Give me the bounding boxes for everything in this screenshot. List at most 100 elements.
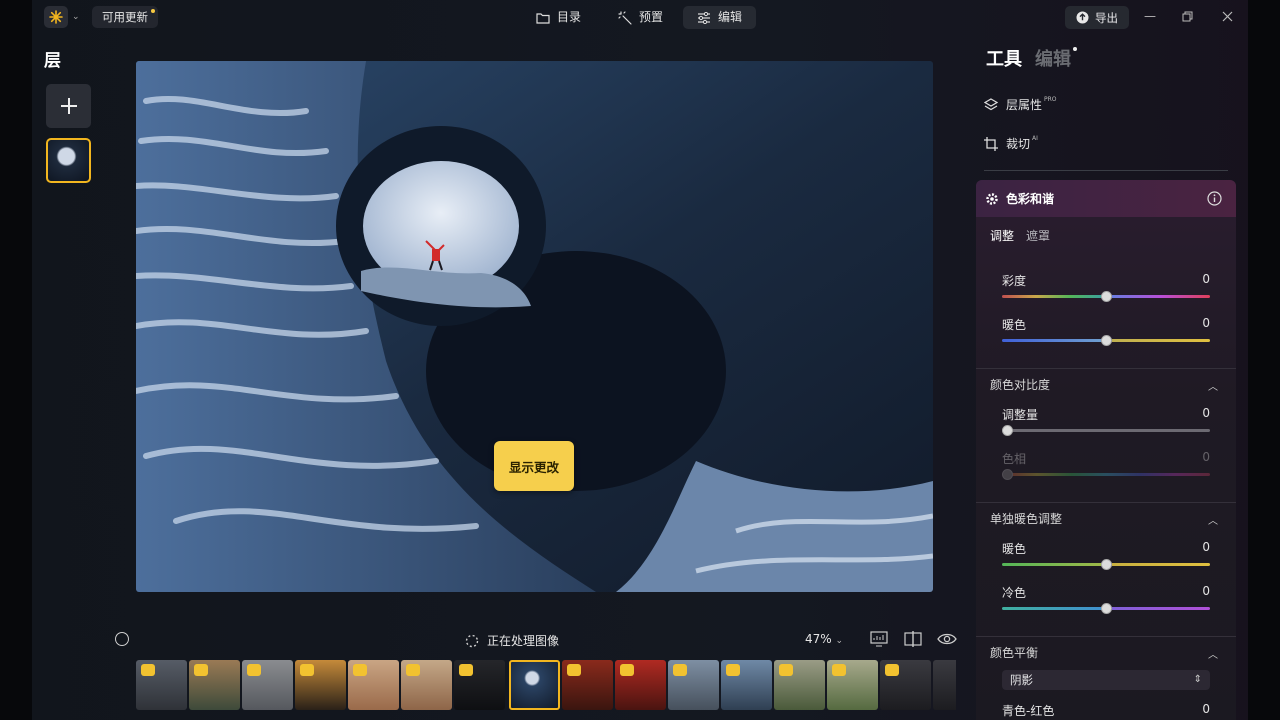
divider bbox=[976, 502, 1236, 503]
filmstrip-thumb[interactable] bbox=[668, 660, 719, 710]
filmstrip-thumb[interactable] bbox=[295, 660, 346, 710]
eye-icon[interactable] bbox=[937, 631, 957, 647]
close-icon[interactable] bbox=[1222, 11, 1233, 22]
app-window: ⌄ 可用更新 目录 预置 编辑 导出 — 层 显示更改 正在处理图像 47% ⌄… bbox=[0, 0, 1280, 720]
warm-knob[interactable] bbox=[1101, 559, 1112, 570]
update-available-button[interactable]: 可用更新 bbox=[92, 6, 158, 28]
filmstrip-thumb[interactable] bbox=[721, 660, 772, 710]
chevron-down-icon[interactable]: ⌄ bbox=[72, 12, 80, 22]
ai-badge: AI bbox=[1032, 135, 1038, 142]
chevron-up-icon[interactable]: ︿ bbox=[1208, 646, 1218, 661]
color-balance-title[interactable]: 颜色平衡 bbox=[990, 644, 1038, 661]
filmstrip bbox=[136, 659, 956, 711]
filmstrip-thumb[interactable] bbox=[774, 660, 825, 710]
tools-tab[interactable]: 工具 bbox=[986, 45, 1022, 71]
zoom-value: 47% bbox=[805, 632, 832, 646]
tab-library[interactable]: 目录 bbox=[522, 6, 595, 29]
layer-thumbnail[interactable] bbox=[46, 138, 91, 183]
saturation-value: 0 bbox=[1202, 272, 1210, 286]
filmstrip-thumb[interactable] bbox=[933, 660, 956, 710]
cool-knob[interactable] bbox=[1101, 603, 1112, 614]
histogram-icon[interactable] bbox=[870, 631, 888, 647]
tab-mask[interactable]: 遮罩 bbox=[1026, 227, 1050, 244]
color-harmony-panel: 色彩和谐 调整 遮罩 彩度 0 暖色 0 颜色对比度 ︿ 调整量 0 色相 0 … bbox=[976, 180, 1236, 720]
filmstrip-thumb[interactable] bbox=[189, 660, 240, 710]
hue-value: 0 bbox=[1202, 450, 1210, 464]
chevron-up-icon[interactable]: ︿ bbox=[1208, 378, 1218, 393]
filmstrip-thumb-selected[interactable] bbox=[509, 660, 560, 710]
warm-label: 暖色 bbox=[1002, 542, 1027, 556]
warmth-knob[interactable] bbox=[1101, 335, 1112, 346]
warmth-section-title[interactable]: 单独暖色调整 bbox=[990, 510, 1062, 527]
panel-title: 色彩和谐 bbox=[1006, 192, 1055, 206]
filmstrip-thumb[interactable] bbox=[880, 660, 931, 710]
notification-dot bbox=[151, 9, 155, 13]
add-layer-button[interactable] bbox=[46, 84, 91, 128]
more-options-icon[interactable] bbox=[115, 632, 129, 646]
export-button[interactable]: 导出 bbox=[1065, 6, 1129, 29]
amount-slider[interactable] bbox=[1002, 429, 1210, 432]
cap-badge-icon bbox=[832, 664, 846, 676]
processing-status: 正在处理图像 bbox=[465, 632, 559, 649]
filmstrip-thumb[interactable] bbox=[136, 660, 187, 710]
filmstrip-thumb[interactable] bbox=[562, 660, 613, 710]
edits-dot bbox=[1073, 47, 1077, 51]
cap-badge-icon bbox=[353, 664, 367, 676]
panel-header[interactable]: 色彩和谐 bbox=[976, 180, 1236, 217]
cap-badge-icon bbox=[194, 664, 208, 676]
layer-properties-item[interactable]: 层属性 PRO bbox=[984, 96, 1057, 113]
folder-icon bbox=[536, 12, 550, 24]
magic-wand-icon bbox=[618, 10, 632, 25]
tab-adjust[interactable]: 调整 bbox=[990, 227, 1014, 244]
zoom-dropdown[interactable]: 47% ⌄ bbox=[805, 632, 843, 646]
hue-knob[interactable] bbox=[1002, 469, 1013, 480]
cap-badge-icon bbox=[141, 664, 155, 676]
warmth-label: 暖色 bbox=[1002, 318, 1027, 332]
chevron-up-icon[interactable]: ︿ bbox=[1208, 512, 1218, 527]
compare-icon[interactable] bbox=[904, 631, 922, 647]
warmth-value: 0 bbox=[1202, 316, 1210, 330]
upload-icon bbox=[1076, 11, 1089, 24]
saturation-knob[interactable] bbox=[1101, 291, 1112, 302]
hue-slider[interactable] bbox=[1002, 473, 1210, 476]
filmstrip-thumb[interactable] bbox=[401, 660, 452, 710]
cool-label: 冷色 bbox=[1002, 586, 1027, 600]
filmstrip-thumb[interactable] bbox=[242, 660, 293, 710]
sun-logo-icon bbox=[49, 10, 63, 24]
cap-badge-icon bbox=[726, 664, 740, 676]
chevron-down-icon: ⌄ bbox=[835, 636, 844, 646]
color-contrast-title[interactable]: 颜色对比度 bbox=[990, 376, 1050, 393]
filmstrip-thumb[interactable] bbox=[615, 660, 666, 710]
cap-badge-icon bbox=[673, 664, 687, 676]
photo-canvas[interactable]: 显示更改 bbox=[136, 61, 933, 592]
filmstrip-thumb[interactable] bbox=[827, 660, 878, 710]
tab-edit[interactable]: 编辑 bbox=[683, 6, 757, 29]
crop-label: 裁切 bbox=[1006, 137, 1031, 151]
tone-select-value: 阴影 bbox=[1010, 673, 1033, 687]
minimize-icon[interactable]: — bbox=[1144, 9, 1156, 23]
cap-badge-icon bbox=[567, 664, 581, 676]
tone-select[interactable]: 阴影 ⇕ bbox=[1002, 670, 1210, 690]
export-label: 导出 bbox=[1095, 10, 1118, 25]
right-backdrop bbox=[1248, 0, 1280, 720]
cap-badge-icon bbox=[459, 664, 473, 676]
edits-tab[interactable]: 编辑 bbox=[1035, 45, 1071, 71]
filmstrip-thumb[interactable] bbox=[454, 660, 505, 710]
filmstrip-thumb[interactable] bbox=[348, 660, 399, 710]
amount-knob[interactable] bbox=[1002, 425, 1013, 436]
amount-value: 0 bbox=[1202, 406, 1210, 420]
cap-badge-icon bbox=[247, 664, 261, 676]
app-logo-button[interactable] bbox=[44, 6, 68, 28]
top-bar: ⌄ 可用更新 目录 预置 编辑 导出 — bbox=[32, 0, 1248, 34]
cap-badge-icon bbox=[300, 664, 314, 676]
show-changes-button[interactable]: 显示更改 bbox=[494, 441, 574, 491]
spinner-icon bbox=[465, 634, 479, 647]
cap-badge-icon bbox=[406, 664, 420, 676]
restore-icon[interactable] bbox=[1182, 11, 1193, 22]
tab-edit-label: 编辑 bbox=[718, 10, 743, 24]
crop-item[interactable]: 裁切 AI bbox=[984, 135, 1038, 152]
warm-value: 0 bbox=[1202, 540, 1210, 554]
saturation-label: 彩度 bbox=[1002, 274, 1027, 288]
info-icon[interactable] bbox=[1207, 191, 1222, 206]
tab-presets[interactable]: 预置 bbox=[604, 6, 677, 29]
